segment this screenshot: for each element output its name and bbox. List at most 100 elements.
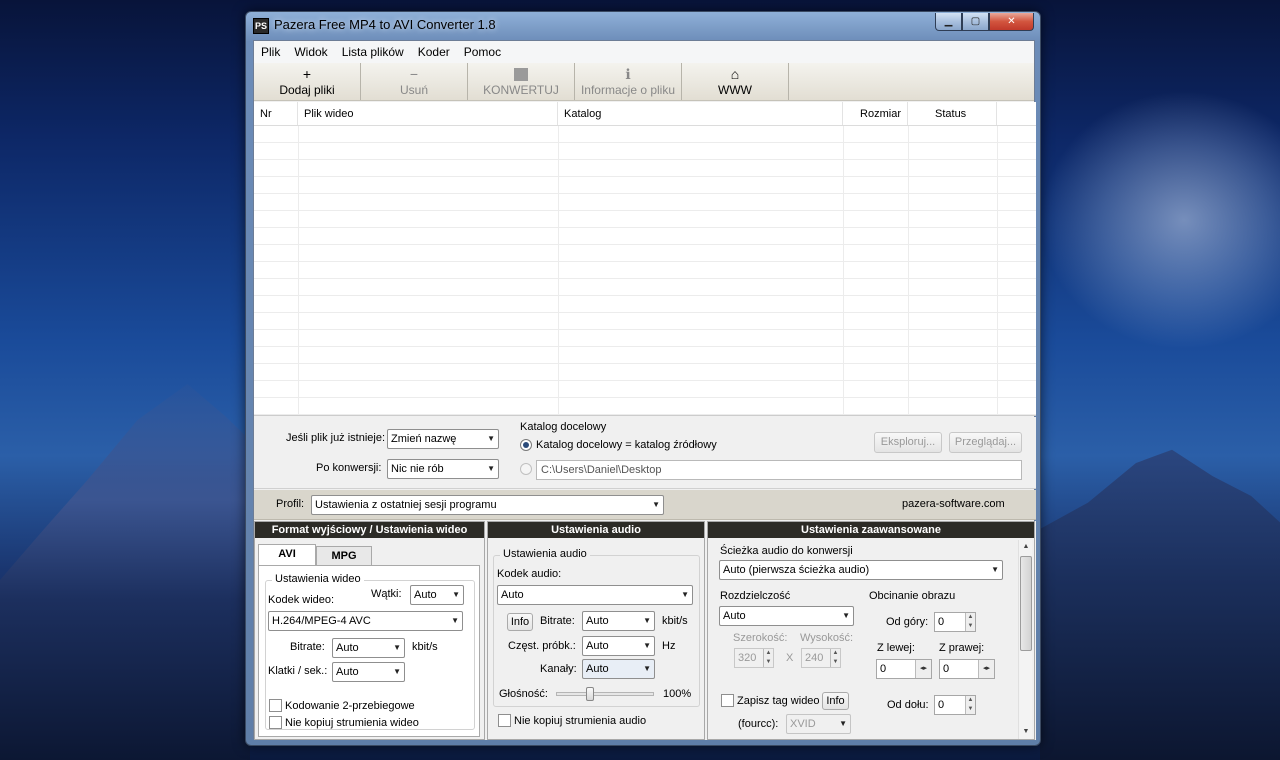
threads-label: Wątki: — [371, 588, 402, 600]
browse-button[interactable]: Przeglądaj... — [949, 432, 1022, 453]
maximize-icon: ▢ — [970, 16, 981, 27]
advanced-scrollbar[interactable]: ▲ ▼ — [1018, 540, 1032, 739]
audio-track-dropdown[interactable]: Auto (pierwsza ścieżka audio) ▼ — [719, 560, 1003, 580]
column-size[interactable]: Rozmiar — [843, 102, 908, 125]
tag-info-button[interactable]: Info — [822, 692, 849, 710]
spinner-arrows-icon[interactable]: ▲ ▼ — [965, 696, 975, 714]
www-button[interactable]: ⌂ WWW — [682, 63, 789, 100]
sample-rate-unit: Hz — [662, 640, 676, 652]
dest-custom-radio[interactable] — [520, 463, 532, 475]
spinner-arrows-icon[interactable]: ▲ ▼ — [763, 649, 773, 667]
audio-panel-title: Ustawienia audio — [488, 522, 704, 538]
remove-button[interactable]: − Usuń — [361, 63, 468, 100]
scroll-up-icon[interactable]: ▲ — [1019, 540, 1033, 554]
after-conversion-label: Po konwersji: — [316, 462, 382, 474]
menu-koder[interactable]: Koder — [411, 45, 457, 59]
video-bitrate-dropdown[interactable]: Auto ▼ — [332, 638, 405, 658]
resolution-x-label: X — [786, 652, 794, 664]
close-button[interactable]: ✕ — [989, 13, 1034, 31]
chevron-down-icon: ▼ — [451, 616, 459, 625]
column-nr[interactable]: Nr — [254, 102, 298, 125]
explore-button[interactable]: Eksploruj... — [874, 432, 942, 453]
crop-right-input[interactable]: 0 ◂▸ — [939, 659, 995, 679]
spinner-left-right-icon[interactable]: ◂▸ — [978, 660, 994, 678]
profile-dropdown[interactable]: Ustawienia z ostatniej sesji programu ▼ — [311, 495, 664, 515]
crop-group: Obcinanie obrazu Od góry: 0 ▲ ▼ Z lewej: … — [869, 590, 1007, 741]
video-panel-title: Format wyjściowy / Ustawienia wideo — [255, 522, 484, 538]
if-exists-dropdown[interactable]: Zmień nazwę ▼ — [387, 429, 499, 449]
two-pass-checkbox[interactable] — [269, 699, 282, 712]
column-video-file[interactable]: Plik wideo — [298, 102, 558, 125]
title-bar[interactable]: PS Pazera Free MP4 to AVI Converter 1.8 … — [246, 12, 1040, 39]
dest-directory-group: Katalog docelowy Katalog docelowy = kata… — [516, 421, 1028, 483]
dest-same-radio[interactable] — [520, 439, 532, 451]
menu-plik[interactable]: Plik — [254, 45, 287, 59]
window-controls: ▁ ▢ ✕ — [935, 13, 1034, 31]
if-exists-value: Zmień nazwę — [391, 433, 457, 445]
height-input[interactable]: 240 ▲ ▼ — [801, 648, 841, 668]
width-input[interactable]: 320 ▲ ▼ — [734, 648, 774, 668]
website-link[interactable]: pazera-software.com — [902, 498, 1005, 510]
sample-rate-value: Auto — [586, 640, 609, 652]
crop-right-value: 0 — [943, 663, 950, 675]
fourcc-label: (fourcc): — [738, 718, 779, 730]
home-icon: ⌂ — [730, 66, 740, 82]
menu-pomoc[interactable]: Pomoc — [457, 45, 508, 59]
write-tag-checkbox[interactable] — [721, 694, 734, 707]
scrollbar-thumb[interactable] — [1020, 556, 1032, 651]
column-directory[interactable]: Katalog — [558, 102, 843, 125]
tab-avi[interactable]: AVI — [258, 544, 316, 565]
resolution-dropdown[interactable]: Auto ▼ — [719, 606, 854, 626]
volume-slider-thumb[interactable] — [585, 687, 594, 701]
no-copy-video-checkbox[interactable] — [269, 716, 282, 729]
app-icon[interactable]: PS — [253, 18, 269, 34]
audio-settings-panel: Ustawienia audio Ustawienia audio Kodek … — [487, 521, 705, 740]
chevron-down-icon: ▼ — [839, 719, 847, 728]
chevron-down-icon: ▼ — [643, 664, 651, 673]
file-list[interactable]: Nr Plik wideo Katalog Rozmiar Status — [254, 102, 1036, 416]
audio-track-label: Ścieżka audio do konwersji — [720, 545, 853, 557]
threads-value: Auto — [414, 589, 437, 601]
chevron-down-icon: ▼ — [991, 565, 999, 574]
crop-top-value: 0 — [938, 616, 945, 628]
chevron-down-icon: ▼ — [452, 590, 460, 599]
two-pass-label: Kodowanie 2-przebiegowe — [285, 700, 415, 712]
crop-bottom-input[interactable]: 0 ▲ ▼ — [934, 695, 976, 715]
crop-bottom-value: 0 — [938, 699, 945, 711]
file-info-button[interactable]: ℹ Informacje o pliku — [575, 63, 682, 100]
minus-icon: − — [409, 66, 419, 82]
col-divider — [298, 126, 299, 415]
minimize-button[interactable]: ▁ — [935, 13, 962, 31]
menu-lista-plikow[interactable]: Lista plików — [335, 45, 411, 59]
sample-rate-dropdown[interactable]: Auto ▼ — [582, 636, 655, 656]
channels-dropdown[interactable]: Auto ▼ — [582, 659, 655, 679]
audio-codec-label: Kodek audio: — [497, 568, 562, 580]
spinner-arrows-icon[interactable]: ▲ ▼ — [830, 649, 840, 667]
audio-codec-dropdown[interactable]: Auto ▼ — [497, 585, 693, 605]
dest-path-input[interactable]: C:\Users\Daniel\Desktop — [536, 460, 1022, 480]
fps-dropdown[interactable]: Auto ▼ — [332, 662, 405, 682]
tab-mpg[interactable]: MPG — [316, 546, 372, 566]
video-codec-dropdown[interactable]: H.264/MPEG-4 AVC ▼ — [268, 611, 463, 631]
maximize-button[interactable]: ▢ — [962, 13, 989, 31]
scroll-down-icon[interactable]: ▼ — [1019, 725, 1033, 739]
convert-button[interactable]: KONWERTUJ — [468, 63, 575, 100]
crop-left-value: 0 — [880, 663, 887, 675]
add-files-button[interactable]: + Dodaj pliki — [254, 63, 361, 100]
spinner-arrows-icon[interactable]: ▲ ▼ — [965, 613, 975, 631]
crop-left-input[interactable]: 0 ◂▸ — [876, 659, 932, 679]
spinner-left-right-icon[interactable]: ◂▸ — [915, 660, 931, 678]
after-conversion-dropdown[interactable]: Nic nie rób ▼ — [387, 459, 499, 479]
volume-slider[interactable] — [556, 692, 654, 696]
minimize-icon: ▁ — [944, 16, 953, 27]
no-copy-audio-label: Nie kopiuj strumienia audio — [514, 715, 647, 727]
column-status[interactable]: Status — [908, 102, 997, 125]
fourcc-dropdown[interactable]: XVID ▼ — [786, 714, 851, 734]
threads-dropdown[interactable]: Auto ▼ — [410, 585, 464, 605]
audio-bitrate-dropdown[interactable]: Auto ▼ — [582, 611, 655, 631]
window-title: Pazera Free MP4 to AVI Converter 1.8 — [274, 17, 496, 32]
no-copy-audio-checkbox[interactable] — [498, 714, 511, 727]
crop-top-input[interactable]: 0 ▲ ▼ — [934, 612, 976, 632]
audio-info-button[interactable]: Info — [507, 613, 533, 631]
menu-widok[interactable]: Widok — [287, 45, 334, 59]
